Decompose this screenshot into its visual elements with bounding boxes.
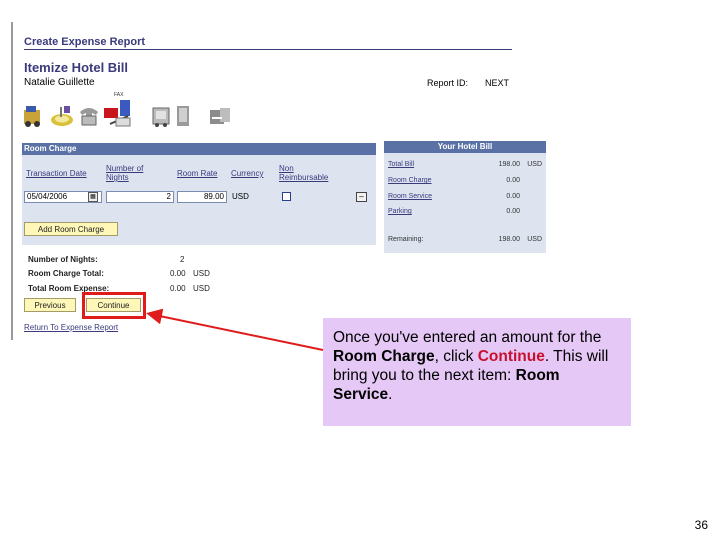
room-rate-input[interactable]: 89.00 (177, 191, 227, 203)
fax-label: FAX (114, 92, 124, 98)
continue-highlight-box (82, 292, 146, 319)
room-charge-header: Room Charge (22, 143, 376, 155)
non-reimbursable-checkbox[interactable] (282, 192, 291, 201)
laundry-icon[interactable] (172, 104, 194, 130)
room-charge-total-label: Room Charge Total: (28, 269, 104, 278)
callout-text-1: Once you've entered an amount for the (333, 329, 602, 346)
car-icon[interactable] (22, 104, 44, 130)
telephone-icon[interactable] (78, 104, 100, 130)
total-room-expense-currency: USD (193, 284, 210, 293)
dining-icon[interactable] (50, 104, 73, 130)
currency-value: USD (232, 192, 249, 201)
column-room-rate: Room Rate (177, 169, 218, 178)
left-margin-rule (11, 22, 13, 340)
report-id-label: Report ID: (427, 78, 469, 88)
column-currency: Currency (231, 169, 264, 178)
nights-value: 2 (180, 255, 185, 264)
title-divider (24, 49, 512, 50)
hotel-bill-panel: Your Hotel Bill Total Bill 198.00 USD Ro… (384, 141, 546, 253)
room-charge-link[interactable]: Room Charge (388, 177, 432, 184)
remaining-value: 198.00 (498, 236, 520, 243)
calendar-icon[interactable]: ▦ (88, 192, 98, 202)
parking-link[interactable]: Parking (388, 208, 412, 215)
total-bill-value: 198.00 (498, 161, 520, 168)
number-of-nights-input[interactable]: 2 (106, 191, 174, 203)
parking-icon[interactable] (208, 104, 230, 130)
return-to-expense-report-link[interactable]: Return To Expense Report (24, 323, 118, 332)
callout-room-charge: Room Charge (333, 348, 435, 365)
parking-bill-value: 0.00 (506, 208, 520, 215)
total-room-expense-value: 0.00 (170, 284, 186, 293)
column-non-reimbursable: Non Reimbursable (279, 164, 329, 182)
room-charge-total-value: 0.00 (170, 269, 186, 278)
remaining-currency: USD (527, 236, 542, 243)
remaining-label: Remaining: (388, 236, 424, 243)
room-charge-total-currency: USD (193, 269, 210, 278)
room-service-link[interactable]: Room Service (388, 193, 432, 200)
room-service-bill-value: 0.00 (506, 193, 520, 200)
fax-icon[interactable]: FAX (102, 92, 134, 127)
previous-button[interactable]: Previous (24, 298, 76, 312)
total-bill-currency: USD (527, 161, 542, 168)
employee-name: Natalie Guillette (24, 77, 95, 88)
report-id-value: NEXT (485, 78, 510, 88)
section-title: Create Expense Report (24, 36, 146, 48)
instruction-callout: Once you've entered an amount for the Ro… (323, 318, 631, 426)
page-number: 36 (694, 518, 708, 532)
room-charge-bill-value: 0.00 (506, 177, 520, 184)
hotel-bill-header: Your Hotel Bill (384, 141, 546, 153)
delete-row-button[interactable]: – (356, 192, 367, 202)
room-charge-panel: Room Charge Transaction Date Number of N… (22, 143, 376, 245)
taxi-icon[interactable] (150, 104, 172, 130)
pointer-arrow (146, 308, 324, 351)
callout-text-2: , click (434, 348, 478, 365)
callout-continue: Continue (477, 348, 545, 365)
nights-label: Number of Nights: (28, 255, 98, 264)
column-transaction-date: Transaction Date (26, 169, 87, 178)
column-number-of-nights: Number of Nights (106, 164, 144, 182)
total-bill-link[interactable]: Total Bill (388, 161, 414, 168)
add-room-charge-button[interactable]: Add Room Charge (24, 222, 118, 236)
page-title: Itemize Hotel Bill (24, 60, 129, 75)
callout-text-4: . (388, 386, 393, 403)
